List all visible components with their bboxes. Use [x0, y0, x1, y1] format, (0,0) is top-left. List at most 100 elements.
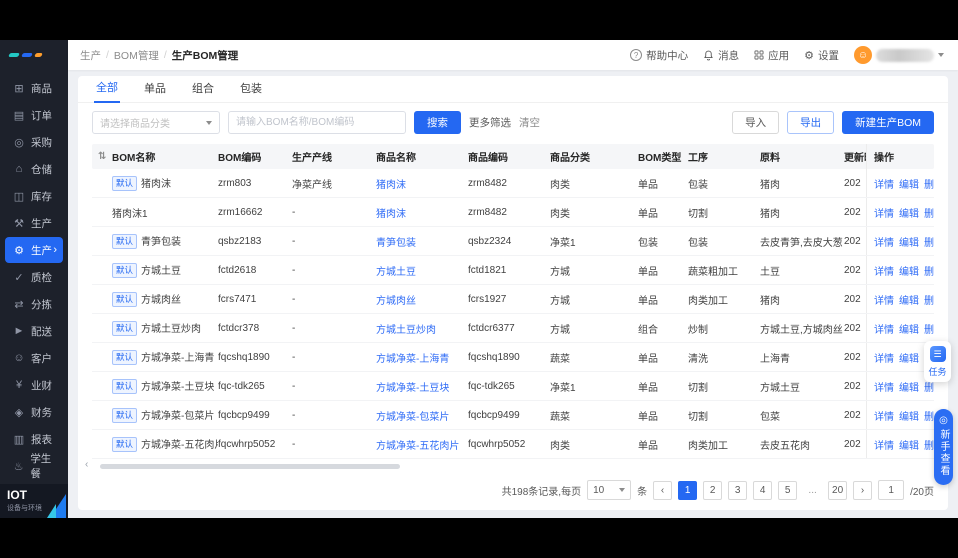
sidebar-item-procurement[interactable]: ◎ 采购 [0, 129, 68, 155]
create-bom-button[interactable]: 新建生产BOM [842, 111, 934, 134]
sidebar-item-warehouse[interactable]: ⌂ 仓储 [0, 156, 68, 182]
table-row[interactable]: 默认方城净菜-土豆块 fqc-tdk265 - 方城净菜-土豆块 fqc-tdk… [92, 372, 934, 401]
next-page-button[interactable]: › [853, 481, 872, 500]
table-row[interactable]: 默认青笋包装 qsbz2183 - 青笋包装 qsbz2324 净菜1 包装 包… [92, 227, 934, 256]
help-center-button[interactable]: ? 帮助中心 [630, 48, 688, 63]
detail-link[interactable]: 详情 [874, 176, 894, 191]
product-link[interactable]: 方城肉丝 [376, 296, 416, 307]
scrollbar-thumb[interactable] [100, 464, 400, 469]
delete-link[interactable]: 删除 [924, 437, 934, 452]
sidebar-item-finance[interactable]: ◈ 财务 [0, 399, 68, 425]
product-link[interactable]: 方城净菜-土豆块 [376, 383, 449, 394]
clear-filters-link[interactable]: 清空 [519, 115, 540, 130]
edit-link[interactable]: 编辑 [899, 437, 919, 452]
table-row[interactable]: 默认方城净菜-上海青 fqcshq1890 - 方城净菜-上海青 fqcshq1… [92, 343, 934, 372]
import-button[interactable]: 导入 [732, 111, 779, 134]
table-row[interactable]: 默认方城土豆 fctd2618 - 方城土豆 fctd1821 方城 单品 蔬菜… [92, 256, 934, 285]
edit-link[interactable]: 编辑 [899, 321, 919, 336]
table-row[interactable]: 默认方城肉丝 fcrs7471 - 方城肉丝 fcrs1927 方城 单品 肉类… [92, 285, 934, 314]
tab-0[interactable]: 全部 [94, 79, 120, 103]
export-button[interactable]: 导出 [787, 111, 834, 134]
edit-link[interactable]: 编辑 [899, 234, 919, 249]
detail-link[interactable]: 详情 [874, 292, 894, 307]
task-float-button[interactable]: ☰ 任务 [924, 341, 951, 382]
edit-link[interactable]: 编辑 [899, 176, 919, 191]
sidebar-item-inventory[interactable]: ◫ 库存 [0, 183, 68, 209]
scroll-left-icon[interactable]: ‹ [85, 459, 88, 470]
more-filters-link[interactable]: 更多筛选 [469, 115, 511, 130]
delete-link[interactable]: 删除 [924, 205, 934, 220]
detail-link[interactable]: 详情 [874, 234, 894, 249]
edit-link[interactable]: 编辑 [899, 263, 919, 278]
page-4[interactable]: 4 [753, 481, 772, 500]
sidebar-item-business-finance[interactable]: ¥ 业财 [0, 372, 68, 398]
user-menu[interactable]: ☺ [854, 46, 944, 64]
page-2[interactable]: 2 [703, 481, 722, 500]
sort-filter-icon[interactable]: ⇅ [92, 151, 112, 162]
sidebar-item-delivery[interactable]: ► 配送 [0, 318, 68, 344]
tab-2[interactable]: 组合 [190, 80, 216, 102]
page-ellipsis[interactable]: ... [803, 481, 822, 500]
settings-button[interactable]: ⚙ 设置 [804, 48, 839, 63]
sidebar-item-production-bom[interactable]: ⚙ 生产 [5, 237, 63, 263]
delete-link[interactable]: 删除 [924, 176, 934, 191]
delete-link[interactable]: 删除 [924, 292, 934, 307]
page-5[interactable]: 5 [778, 481, 797, 500]
page-jump-input[interactable]: 1 [878, 480, 904, 500]
product-link[interactable]: 猪肉沫 [376, 180, 406, 191]
sidebar-item-orders[interactable]: ▤ 订单 [0, 102, 68, 128]
breadcrumb-production[interactable]: 生产 [80, 48, 101, 63]
apps-button[interactable]: 应用 [754, 48, 789, 63]
delete-link[interactable]: 删除 [924, 408, 934, 423]
sidebar-item-customers[interactable]: ☺ 客户 [0, 345, 68, 371]
page-20[interactable]: 20 [828, 481, 847, 500]
edit-link[interactable]: 编辑 [899, 292, 919, 307]
table-row[interactable]: 默认猪肉沫 zrm803 净菜产线 猪肉沫 zrm8482 肉类 单品 包装 猪… [92, 169, 934, 198]
messages-button[interactable]: 消息 [703, 48, 739, 63]
delete-link[interactable]: 删除 [924, 321, 934, 336]
product-link[interactable]: 方城土豆炒肉 [376, 325, 436, 336]
edit-link[interactable]: 编辑 [899, 205, 919, 220]
sidebar-item-sorting[interactable]: ⇄ 分拣 [0, 291, 68, 317]
detail-link[interactable]: 详情 [874, 263, 894, 278]
prev-page-button[interactable]: ‹ [653, 481, 672, 500]
page-1[interactable]: 1 [678, 481, 697, 500]
product-link[interactable]: 方城土豆 [376, 267, 416, 278]
search-button[interactable]: 搜索 [414, 111, 461, 134]
detail-link[interactable]: 详情 [874, 437, 894, 452]
product-link[interactable]: 方城净菜-包菜片 [376, 412, 449, 423]
horizontal-scrollbar[interactable]: ‹ [92, 462, 934, 471]
edit-link[interactable]: 编辑 [899, 350, 919, 365]
product-link[interactable]: 方城净菜-五花肉片 [376, 441, 459, 452]
product-link[interactable]: 猪肉沫 [376, 209, 406, 220]
tab-1[interactable]: 单品 [142, 80, 168, 102]
detail-link[interactable]: 详情 [874, 205, 894, 220]
category-select[interactable]: 请选择商品分类 [92, 111, 220, 134]
detail-link[interactable]: 详情 [874, 321, 894, 336]
sidebar-item-student-meals[interactable]: ♨ 学生餐 [0, 453, 68, 479]
product-link[interactable]: 方城净菜-上海青 [376, 354, 449, 365]
tab-3[interactable]: 包装 [238, 80, 264, 102]
delete-link[interactable]: 删除 [924, 263, 934, 278]
bom-search-input[interactable] [228, 111, 406, 134]
brand-logo[interactable] [0, 40, 68, 70]
sidebar-item-production[interactable]: ⚒ 生产 [0, 210, 68, 236]
table-row[interactable]: 默认方城土豆炒肉 fctdcr378 - 方城土豆炒肉 fctdcr6377 方… [92, 314, 934, 343]
detail-link[interactable]: 详情 [874, 379, 894, 394]
detail-link[interactable]: 详情 [874, 408, 894, 423]
breadcrumb-bom-management[interactable]: BOM管理 [114, 48, 159, 63]
edit-link[interactable]: 编辑 [899, 379, 919, 394]
page-3[interactable]: 3 [728, 481, 747, 500]
delete-link[interactable]: 删除 [924, 234, 934, 249]
table-row[interactable]: 默认猪肉沫1 zrm16662 - 猪肉沫 zrm8482 肉类 单品 切割 猪… [92, 198, 934, 227]
sidebar-item-reports[interactable]: ▥ 报表 [0, 426, 68, 452]
page-size-select[interactable]: 10 [587, 480, 631, 500]
table-row[interactable]: 默认方城净菜-包菜片 fqcbcp9499 - 方城净菜-包菜片 fqcbcp9… [92, 401, 934, 430]
sidebar-item-quality[interactable]: ✓ 质检 [0, 264, 68, 290]
edit-link[interactable]: 编辑 [899, 408, 919, 423]
detail-link[interactable]: 详情 [874, 350, 894, 365]
table-row[interactable]: 默认方城净菜-五花肉片 fqcwhrp5052 - 方城净菜-五花肉片 fqcw… [92, 430, 934, 459]
beginner-guide-ribbon[interactable]: ◎ 新手查看 [934, 409, 953, 485]
product-link[interactable]: 青笋包装 [376, 238, 416, 249]
sidebar-item-products[interactable]: ⊞ 商品 [0, 75, 68, 101]
